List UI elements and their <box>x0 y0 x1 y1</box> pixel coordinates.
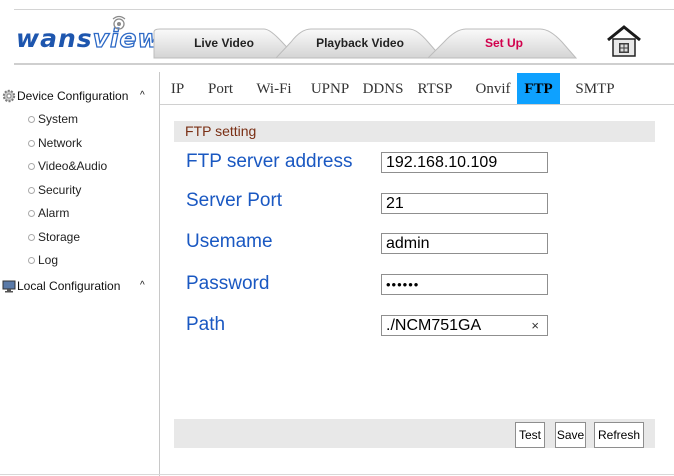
save-button[interactable]: Save <box>555 422 586 448</box>
sidebar-group-label: Local Configuration <box>17 278 121 293</box>
tab-ip[interactable]: IP <box>165 73 190 105</box>
sidebar: Device Configuration ^ System Network Vi… <box>0 86 160 296</box>
sidebar-item-label: System <box>38 112 79 126</box>
app-header: wansview Live Video Playback Video Set U… <box>14 10 674 64</box>
bullet-icon <box>28 233 35 241</box>
tab-set-up[interactable]: Set Up <box>474 28 534 58</box>
tab-smtp[interactable]: SMTP <box>570 73 620 105</box>
tab-ftp[interactable]: FTP <box>517 73 560 105</box>
tab-live-video[interactable]: Live Video <box>184 28 264 58</box>
password-input[interactable]: •••••• <box>381 274 548 295</box>
server-port-label: Server Port <box>186 190 283 211</box>
username-input[interactable]: admin <box>381 233 548 254</box>
subtabs-underline <box>160 104 674 105</box>
bullet-icon <box>28 210 35 217</box>
page-bottom-border <box>0 474 674 475</box>
sidebar-item-video-audio[interactable]: Video&Audio <box>0 155 160 179</box>
server-port-input[interactable]: 21 <box>381 193 548 214</box>
path-label: Path <box>186 314 226 335</box>
tab-wifi[interactable]: Wi-Fi <box>250 73 298 105</box>
sidebar-item-label: Video&Audio <box>38 159 108 173</box>
tab-rtsp[interactable]: RTSP <box>412 73 458 105</box>
ftp-server-address-input[interactable]: 192.168.10.109 <box>381 152 548 173</box>
collapse-caret-icon[interactable]: ^ <box>140 86 145 106</box>
sidebar-group-device-configuration[interactable]: Device Configuration ^ <box>0 86 160 106</box>
bullet-icon <box>28 116 35 123</box>
sidebar-item-label: Storage <box>38 229 81 244</box>
collapse-caret-icon[interactable]: ^ <box>140 276 145 296</box>
sidebar-group-label: Device Configuration <box>17 89 129 103</box>
sidebar-item-label: Alarm <box>38 206 70 220</box>
sidebar-group-local-configuration[interactable]: Local Configuration ^ <box>0 276 160 296</box>
sidebar-item-alarm[interactable]: Alarm <box>0 202 160 226</box>
bullet-icon <box>28 139 35 147</box>
bullet-icon <box>28 163 35 170</box>
section-title: FTP setting <box>185 123 257 139</box>
home-icon[interactable] <box>604 24 644 58</box>
tab-upnp[interactable]: UPNP <box>306 73 354 105</box>
path-input[interactable]: ./NCM751GA × <box>381 315 548 336</box>
ftp-section-header: FTP setting <box>174 121 655 142</box>
sidebar-item-label: Log <box>38 253 59 267</box>
test-button[interactable]: Test <box>515 422 545 448</box>
bullet-icon <box>28 257 35 264</box>
sidebar-item-network[interactable]: Network <box>0 132 160 156</box>
tab-onvif[interactable]: Onvif <box>470 73 516 105</box>
gear-icon <box>2 89 16 103</box>
username-label: Usemame <box>186 231 273 252</box>
tab-playback-video[interactable]: Playback Video <box>310 28 410 58</box>
settings-subtabs: IP Port Wi-Fi UPNP DDNS RTSP Onvif FTP S… <box>160 73 674 105</box>
path-value: ./NCM751GA <box>386 317 482 334</box>
clear-icon[interactable]: × <box>531 316 539 335</box>
tab-port[interactable]: Port <box>202 73 239 105</box>
tab-ddns[interactable]: DDNS <box>358 73 408 105</box>
sidebar-divider <box>159 72 160 476</box>
sidebar-item-label: Security <box>38 182 82 197</box>
header-bottom-border <box>14 63 674 65</box>
sidebar-item-label: Network <box>38 135 83 150</box>
sidebar-item-system[interactable]: System <box>0 108 160 132</box>
sidebar-item-security[interactable]: Security <box>0 179 160 203</box>
password-label: Password <box>186 273 270 294</box>
bullet-icon <box>28 186 35 194</box>
ftp-server-address-label: FTP server address <box>186 151 353 172</box>
sidebar-item-log[interactable]: Log <box>0 249 160 273</box>
refresh-button[interactable]: Refresh <box>594 422 644 448</box>
monitor-icon <box>2 280 16 292</box>
sidebar-item-storage[interactable]: Storage <box>0 226 160 250</box>
